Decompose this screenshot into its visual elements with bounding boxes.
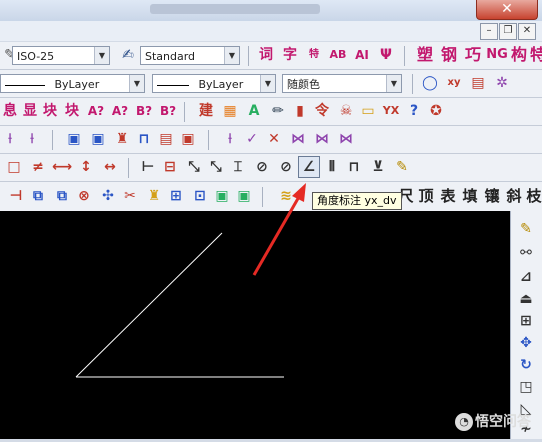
offset-right-icon[interactable]: ⏏ — [516, 289, 536, 309]
scale-right-icon[interactable]: ◳ — [516, 377, 536, 397]
move-right-icon[interactable]: ✥ — [516, 333, 536, 353]
array-right-icon[interactable]: ⊞ — [516, 311, 536, 331]
annotation-arrow — [252, 183, 306, 276]
watermark: ◔ 悟空问答 — [455, 410, 535, 434]
modify-toolbar: ✎ ⚯ ⊿ ⏏ ⊞ ✥ ↻ ◳ ◺ ≁ — [510, 211, 542, 439]
mirror-right-icon[interactable]: ⊿ — [516, 267, 536, 287]
arrow-shaft — [252, 194, 302, 276]
rotate-right-icon[interactable]: ↻ — [516, 355, 536, 375]
watermark-text: 悟空问答 — [475, 414, 531, 430]
copy-right-icon[interactable]: ⚯ — [516, 243, 536, 263]
watermark-logo-icon: ◔ — [455, 413, 473, 431]
arrow-head — [292, 183, 306, 202]
tooltip: 角度标注 yx_dv — [312, 192, 402, 210]
pencil-right-icon[interactable]: ✎ — [516, 219, 536, 239]
